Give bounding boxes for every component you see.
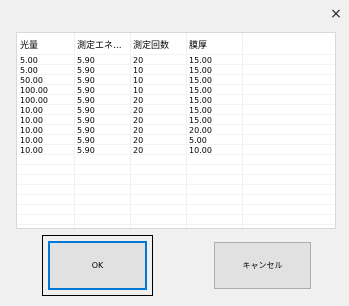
cell-film-thickness: 15.00 (189, 116, 212, 125)
table-row[interactable]: 10.00 5.90 20 15.00 (17, 116, 335, 126)
cell-light-amount: 5.00 (20, 66, 38, 75)
cell-measure-count: 20 (133, 126, 144, 135)
row-divider (17, 174, 335, 175)
cell-measure-count: 20 (133, 56, 144, 65)
table-row[interactable]: 100.00 5.90 10 15.00 (17, 86, 335, 96)
table-row[interactable]: 10.00 5.90 20 20.00 (17, 126, 335, 136)
cell-light-amount: 5.00 (20, 56, 38, 65)
column-header-measure-count[interactable]: 測定回数 (133, 40, 187, 53)
close-icon[interactable]: × (326, 4, 346, 24)
row-divider (17, 54, 335, 55)
column-header-measure-energy[interactable]: 測定エネ... (77, 40, 131, 53)
cell-light-amount: 10.00 (20, 126, 43, 135)
cell-measure-energy: 5.90 (77, 106, 95, 115)
cancel-button[interactable]: キャンセル (214, 242, 311, 289)
cell-measure-energy: 5.90 (77, 116, 95, 125)
cell-measure-energy: 5.90 (77, 76, 95, 85)
cell-measure-count: 10 (133, 86, 144, 95)
cell-film-thickness: 5.00 (189, 136, 207, 145)
row-divider (17, 214, 335, 215)
row-divider (17, 194, 335, 195)
cell-film-thickness: 15.00 (189, 106, 212, 115)
row-divider (17, 204, 335, 205)
cell-measure-energy: 5.90 (77, 126, 95, 135)
cell-measure-count: 10 (133, 76, 144, 85)
cell-film-thickness: 15.00 (189, 56, 212, 65)
cell-measure-energy: 5.90 (77, 146, 95, 155)
cell-film-thickness: 15.00 (189, 66, 212, 75)
cell-measure-energy: 5.90 (77, 56, 95, 65)
list-header: 光量 測定エネ... 測定回数 膜厚 (17, 40, 335, 53)
ok-button[interactable]: OK (48, 241, 147, 290)
row-divider (17, 164, 335, 165)
row-divider (17, 224, 335, 225)
cell-measure-energy: 5.90 (77, 86, 95, 95)
cell-measure-count: 20 (133, 106, 144, 115)
cell-measure-energy: 5.90 (77, 136, 95, 145)
table-row[interactable]: 5.00 5.90 10 15.00 (17, 66, 335, 76)
cell-film-thickness: 20.00 (189, 126, 212, 135)
row-divider (17, 184, 335, 185)
table-row[interactable]: 10.00 5.90 20 10.00 (17, 146, 335, 156)
table-row[interactable]: 100.00 5.90 20 15.00 (17, 96, 335, 106)
cell-light-amount: 10.00 (20, 116, 43, 125)
table-row[interactable]: 10.00 5.90 20 5.00 (17, 136, 335, 146)
cell-light-amount: 100.00 (20, 86, 48, 95)
cell-light-amount: 10.00 (20, 136, 43, 145)
column-header-film-thickness[interactable]: 膜厚 (189, 40, 243, 53)
dialog-window: × 光量 測定エネ... 測定回数 膜厚 5.00 5.90 20 15.00 5.00… (0, 0, 349, 306)
cell-light-amount: 100.00 (20, 96, 48, 105)
cell-film-thickness: 10.00 (189, 146, 212, 155)
cell-film-thickness: 15.00 (189, 86, 212, 95)
cell-light-amount: 50.00 (20, 76, 43, 85)
table-row[interactable]: 50.00 5.90 10 15.00 (17, 76, 335, 86)
cell-measure-energy: 5.90 (77, 96, 95, 105)
cell-measure-count: 20 (133, 136, 144, 145)
column-header-light-amount[interactable]: 光量 (20, 40, 75, 53)
cell-measure-count: 20 (133, 146, 144, 155)
cell-measure-count: 20 (133, 116, 144, 125)
cell-light-amount: 10.00 (20, 146, 43, 155)
cell-measure-count: 10 (133, 66, 144, 75)
data-list[interactable]: 光量 測定エネ... 測定回数 膜厚 5.00 5.90 20 15.00 5.00 5.… (16, 32, 336, 229)
cell-film-thickness: 15.00 (189, 96, 212, 105)
cell-light-amount: 10.00 (20, 106, 43, 115)
cell-film-thickness: 15.00 (189, 76, 212, 85)
cell-measure-count: 20 (133, 96, 144, 105)
table-row[interactable]: 10.00 5.90 20 15.00 (17, 106, 335, 116)
cell-measure-energy: 5.90 (77, 66, 95, 75)
table-row[interactable]: 5.00 5.90 20 15.00 (17, 56, 335, 66)
